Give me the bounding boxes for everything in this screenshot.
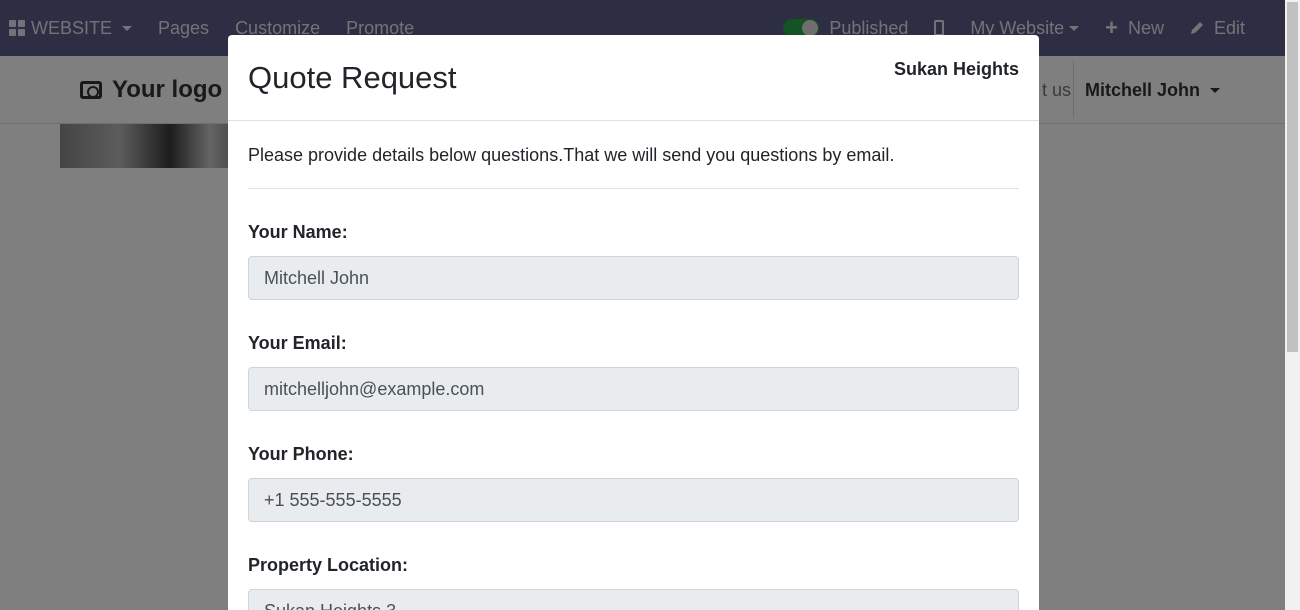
phone-label: Your Phone: — [248, 444, 354, 464]
email-label: Your Email: — [248, 333, 347, 353]
property-location-label: Property Location: — [248, 555, 409, 575]
modal-header: Quote Request Sukan Heights — [228, 35, 1039, 121]
modal-title: Quote Request — [248, 60, 457, 95]
scrollbar-thumb[interactable] — [1287, 2, 1298, 352]
quote-request-modal: Quote Request Sukan Heights Please provi… — [228, 35, 1039, 610]
email-field[interactable] — [248, 367, 1019, 411]
modal-body: Please provide details below questions.T… — [228, 121, 1039, 610]
name-label: Your Name: — [248, 222, 348, 242]
property-location-field[interactable] — [248, 589, 1019, 610]
property-name: Sukan Heights — [893, 59, 1019, 79]
page-scrollbar[interactable] — [1285, 0, 1300, 610]
name-field[interactable] — [248, 256, 1019, 300]
intro-text: Please provide details below questions.T… — [248, 121, 1019, 189]
phone-field[interactable] — [248, 478, 1019, 522]
